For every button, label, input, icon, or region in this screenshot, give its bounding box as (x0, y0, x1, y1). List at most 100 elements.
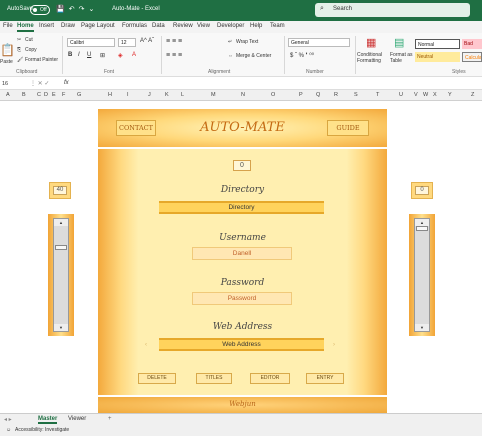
scroll-up-icon[interactable]: ▲ (54, 219, 68, 226)
accessibility-status[interactable]: Accessibility: Investigate (15, 427, 69, 433)
titles-button[interactable]: TITLES (196, 373, 232, 384)
align-top-icons[interactable]: ≡ ≡ ≡ (166, 38, 182, 45)
wrap-text-button[interactable]: Wrap Text (236, 39, 258, 45)
column-header[interactable]: G (77, 92, 81, 98)
column-header[interactable]: X (433, 92, 437, 98)
font-name-select[interactable]: Calibri (67, 38, 115, 47)
font-size-select[interactable]: 12 (118, 38, 136, 47)
underline-icon[interactable]: U (87, 52, 91, 58)
scroll-down-icon[interactable]: ▼ (54, 324, 68, 331)
column-header[interactable]: S (354, 92, 358, 98)
bold-icon[interactable]: B (68, 52, 72, 58)
guide-button[interactable]: GUIDE (327, 120, 369, 136)
tab-home[interactable]: Home (17, 23, 34, 32)
column-header[interactable]: E (52, 92, 56, 98)
tab-review[interactable]: Review (173, 23, 193, 29)
tab-data[interactable]: Data (152, 23, 165, 29)
column-header[interactable]: A (6, 92, 10, 98)
tab-insert[interactable]: Insert (39, 23, 54, 29)
accessibility-icon: ☺ (6, 427, 12, 433)
style-normal[interactable]: Normal (415, 39, 460, 49)
password-field[interactable]: Password (192, 292, 292, 305)
tab-page-layout[interactable]: Page Layout (81, 23, 115, 29)
style-calculation[interactable]: Calculatio (462, 52, 482, 62)
column-header[interactable]: F (62, 92, 65, 98)
search-box[interactable]: ⌕ Search (315, 3, 470, 17)
right-counter: 0 (415, 186, 429, 195)
sheet-nav-icons[interactable]: ◂ ▸ (4, 416, 12, 423)
number-format-select[interactable]: General (288, 38, 350, 47)
web-address-field[interactable]: Web Address (159, 338, 324, 351)
paste-icon[interactable]: 📋 (0, 43, 15, 57)
format-table-button[interactable]: Format as Table (390, 52, 414, 64)
column-header[interactable]: M (211, 92, 216, 98)
cut-button[interactable]: Cut (25, 37, 33, 43)
directory-field[interactable]: Directory (159, 201, 324, 214)
quick-access-icons[interactable]: 💾↶↷⌄ (56, 5, 98, 13)
sheet-tab-master[interactable]: Master (38, 416, 58, 424)
ribbon-separator (284, 36, 285, 74)
column-header[interactable]: I (127, 92, 129, 98)
column-header[interactable]: R (334, 92, 338, 98)
column-header[interactable]: H (108, 92, 112, 98)
column-header[interactable]: T (376, 92, 379, 98)
column-header[interactable]: D (44, 92, 48, 98)
align-left-icons[interactable]: ≡ ≡ ≡ (166, 52, 182, 59)
fx-icon[interactable]: fx (64, 80, 69, 86)
left-scrollbar[interactable]: ▲ ▼ (53, 218, 69, 332)
tab-draw[interactable]: Draw (61, 23, 75, 29)
column-header[interactable]: Z (471, 92, 474, 98)
add-sheet-icon[interactable]: + (108, 416, 112, 422)
sheet-tab-viewer[interactable]: Viewer (68, 416, 86, 422)
column-header[interactable]: C (37, 92, 41, 98)
previous-arrow-icon[interactable]: ‹ (145, 342, 147, 348)
style-bad[interactable]: Bad (462, 39, 482, 49)
username-field[interactable]: Danell (192, 247, 292, 260)
column-header[interactable]: V (414, 92, 418, 98)
left-counter-box: 40 (49, 182, 71, 199)
column-header[interactable]: P (299, 92, 303, 98)
conditional-formatting-button[interactable]: Conditional Formatting (357, 52, 389, 64)
tab-view[interactable]: View (197, 23, 210, 29)
tab-team[interactable]: Team (270, 23, 285, 29)
entry-button[interactable]: ENTRY (306, 373, 344, 384)
right-scroll-thumb[interactable] (416, 226, 428, 231)
format-painter-icon: 🖌 (17, 57, 24, 63)
next-arrow-icon[interactable]: › (333, 342, 335, 348)
name-box[interactable]: 16 (2, 81, 8, 87)
borders-icon[interactable]: ⊞ (100, 52, 105, 59)
style-neutral[interactable]: Neutral (415, 52, 460, 62)
right-scrollbar[interactable]: ▲ ▼ (414, 218, 430, 332)
fill-color-icon[interactable]: ◈ (118, 52, 123, 59)
font-grow-icon[interactable]: A^ Aˇ (140, 38, 154, 44)
scroll-down-icon[interactable]: ▼ (415, 324, 429, 331)
format-painter-button[interactable]: Format Painter (25, 57, 58, 63)
column-header[interactable]: Q (316, 92, 320, 98)
number-format-icons[interactable]: $ ˇ % ❜ ⁰⁰ (290, 52, 314, 59)
directory-label: Directory (220, 185, 265, 195)
copy-button[interactable]: Copy (25, 47, 37, 53)
autosave-toggle[interactable]: Off (30, 5, 50, 15)
column-header[interactable]: L (181, 92, 184, 98)
delete-button[interactable]: DELETE (138, 373, 176, 384)
paste-button[interactable]: Paste (0, 59, 13, 65)
column-header[interactable]: O (271, 92, 275, 98)
italic-icon[interactable]: I (78, 52, 80, 58)
column-header[interactable]: B (22, 92, 26, 98)
column-header[interactable]: J (148, 92, 151, 98)
left-scroll-thumb[interactable] (55, 245, 67, 250)
formula-input[interactable] (80, 80, 480, 88)
tab-help[interactable]: Help (250, 23, 262, 29)
column-header[interactable]: N (241, 92, 245, 98)
column-header[interactable]: K (165, 92, 169, 98)
tab-developer[interactable]: Developer (217, 23, 244, 29)
merge-center-button[interactable]: Merge & Center (236, 53, 271, 59)
column-header[interactable]: U (399, 92, 403, 98)
tab-file[interactable]: File (3, 23, 13, 29)
scroll-up-icon[interactable]: ▲ (415, 219, 429, 226)
tab-formulas[interactable]: Formulas (122, 23, 147, 29)
column-header[interactable]: Y (448, 92, 452, 98)
font-color-icon[interactable]: A (132, 52, 136, 58)
editor-button[interactable]: EDITOR (250, 373, 290, 384)
column-header[interactable]: W (423, 92, 428, 98)
